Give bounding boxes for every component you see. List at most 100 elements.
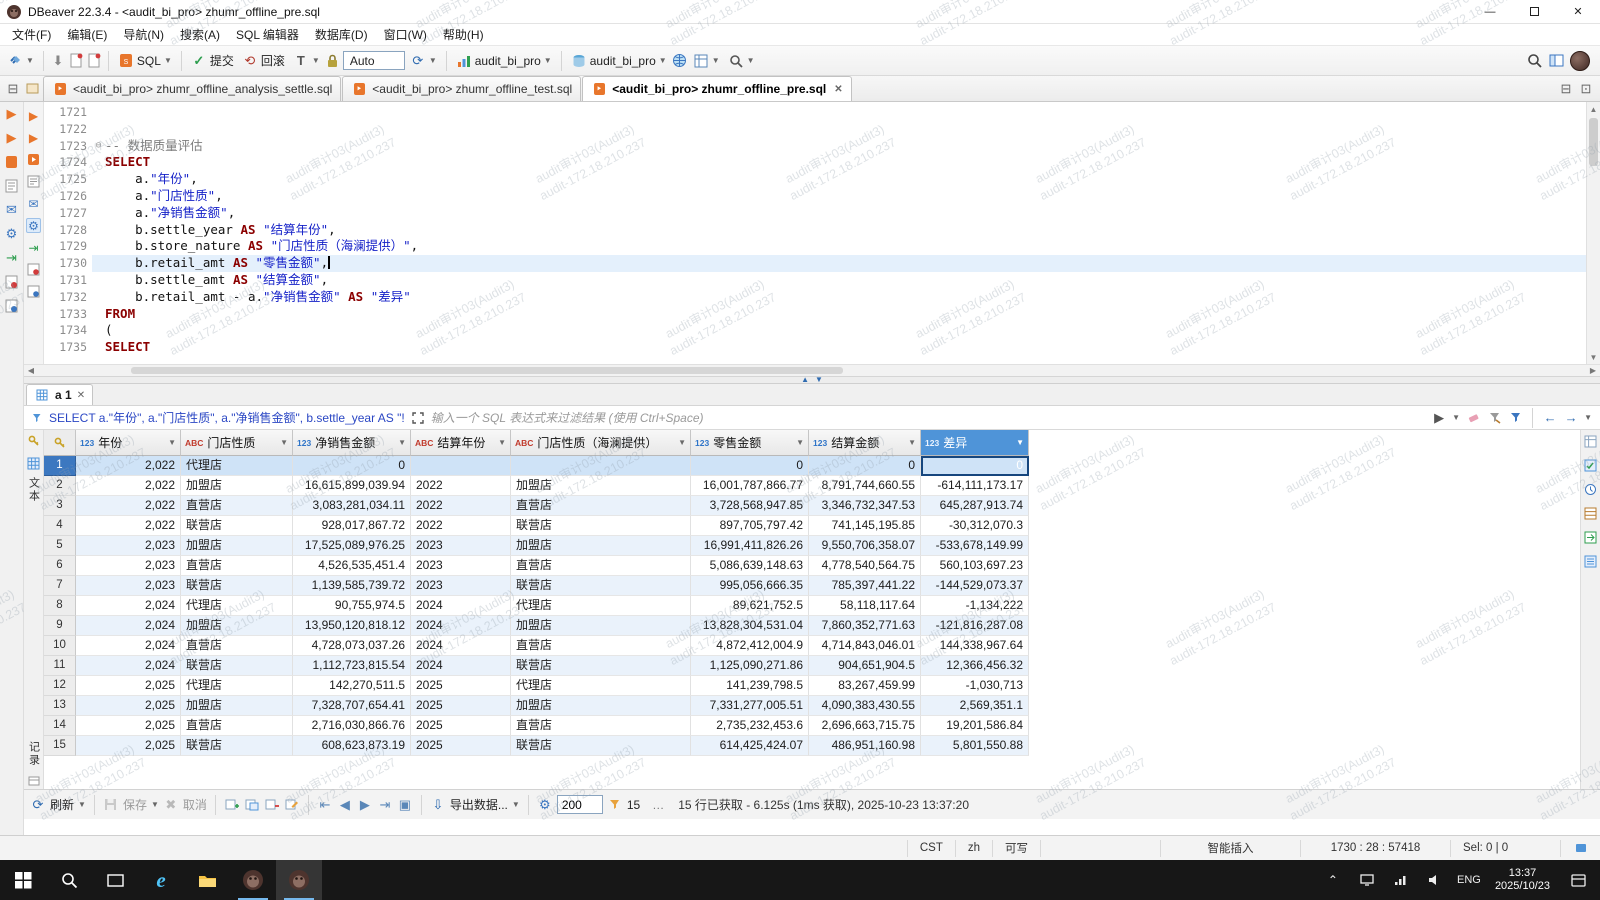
grid-cell[interactable]: 89,621,752.5 xyxy=(691,596,809,616)
start-button[interactable] xyxy=(0,860,46,900)
grid-corner-key-icon[interactable] xyxy=(44,430,76,456)
run-marker-icon[interactable]: ▶ xyxy=(4,106,20,122)
panel-metadata-icon[interactable] xyxy=(1583,481,1599,497)
grid-cell[interactable]: 2,022 xyxy=(76,496,181,516)
panel-references-icon[interactable] xyxy=(1583,529,1599,545)
grid-cell[interactable]: 486,951,160.98 xyxy=(809,736,921,756)
error-doc-icon[interactable] xyxy=(4,274,20,290)
grid-cell[interactable]: -533,678,149.99 xyxy=(921,536,1029,556)
grid-cell[interactable]: 7,331,277,005.51 xyxy=(691,696,809,716)
grid-cell[interactable]: 2023 xyxy=(411,576,511,596)
grid-cell[interactable]: -30,312,070.3 xyxy=(921,516,1029,536)
first-row-icon[interactable]: ⇤ xyxy=(317,797,333,813)
grid-cell[interactable]: 3,728,568,947.85 xyxy=(691,496,809,516)
commit-mode-select[interactable]: Auto xyxy=(343,51,405,70)
scroll-down-icon[interactable]: ▼ xyxy=(1587,350,1600,364)
grid-cell[interactable] xyxy=(511,456,691,476)
column-filter-icon[interactable]: ▼ xyxy=(678,438,686,447)
execute-statement-icon[interactable]: ▶ xyxy=(26,108,41,123)
grid-cell[interactable]: 2025 xyxy=(411,676,511,696)
grid-cell[interactable]: -121,816,287.08 xyxy=(921,616,1029,636)
quick-search-button[interactable]: ▼ xyxy=(725,51,758,71)
grid-cell[interactable]: 8,791,744,660.55 xyxy=(809,476,921,496)
history-back-icon[interactable]: ← xyxy=(1542,410,1558,426)
row-number[interactable]: 9 xyxy=(44,616,76,636)
lock-icon[interactable] xyxy=(325,53,341,69)
grid-cell[interactable]: 3,346,732,347.53 xyxy=(809,496,921,516)
text-view-tab[interactable]: 文本 xyxy=(26,477,42,503)
execute-new-tab-icon[interactable] xyxy=(26,152,41,167)
code-line[interactable]: 1732 b.retail_amt - a."净销售金额" AS "差异" xyxy=(44,289,1586,306)
explain-plan-icon[interactable] xyxy=(26,174,41,189)
grid-cell[interactable]: 直营店 xyxy=(181,716,293,736)
grid-cell[interactable]: 代理店 xyxy=(181,456,293,476)
tray-monitor-icon[interactable] xyxy=(1351,874,1383,886)
grid-cell[interactable]: 联营店 xyxy=(511,516,691,536)
expand-filter-icon[interactable] xyxy=(410,410,426,426)
grid-cell[interactable]: 2,696,663,715.75 xyxy=(809,716,921,736)
grid-cell[interactable]: 加盟店 xyxy=(181,536,293,556)
cancel-icon[interactable]: ✖ xyxy=(163,797,179,813)
focus-cell-icon[interactable]: ▣ xyxy=(397,797,413,813)
grid-cell[interactable]: 2,735,232,453.6 xyxy=(691,716,809,736)
grid-cell[interactable]: 2,025 xyxy=(76,696,181,716)
panel-grouping-icon[interactable] xyxy=(1583,505,1599,521)
rollback-button[interactable]: ⟲ 回滚 xyxy=(239,50,288,71)
fetch-size-input[interactable] xyxy=(557,795,603,814)
grid-cell[interactable]: 加盟店 xyxy=(181,476,293,496)
taskbar-search-icon[interactable] xyxy=(46,860,92,900)
grid-cell[interactable]: 16,991,411,826.26 xyxy=(691,536,809,556)
code-line[interactable]: 1735SELECT xyxy=(44,339,1586,356)
grid-cell[interactable]: -1,134,222 xyxy=(921,596,1029,616)
result-grid[interactable]: 123年份▼ABC门店性质▼123净销售金额▼ABC结算年份▼ABC门店性质（海… xyxy=(44,430,1580,789)
grid-cell[interactable]: 1,139,585,739.72 xyxy=(293,576,411,596)
grid-cell[interactable]: 897,705,797.42 xyxy=(691,516,809,536)
fold-marker-icon[interactable]: ⊖ xyxy=(92,138,105,155)
grid-cell[interactable]: 直营店 xyxy=(511,636,691,656)
transaction-log-button[interactable]: T ▼ xyxy=(290,51,323,71)
grid-cell[interactable]: 直营店 xyxy=(511,496,691,516)
grid-cell[interactable]: 2025 xyxy=(411,736,511,756)
insert-mode-indicator[interactable]: 智能插入 xyxy=(1160,840,1300,857)
code-line[interactable]: 1725 a."年份", xyxy=(44,171,1586,188)
panel-grid-icon[interactable] xyxy=(1583,433,1599,449)
output-log-icon[interactable] xyxy=(26,284,41,299)
grid-cell[interactable]: 2,569,351.1 xyxy=(921,696,1029,716)
column-filter-icon[interactable]: ▼ xyxy=(398,438,406,447)
column-header-4[interactable]: ABC门店性质（海澜提供）▼ xyxy=(511,430,691,456)
export-data-label[interactable]: 导出数据... xyxy=(450,796,508,813)
record-icon[interactable] xyxy=(26,773,42,789)
close-button[interactable]: ✕ xyxy=(1556,0,1600,24)
column-filter-icon[interactable]: ▼ xyxy=(1016,438,1024,447)
schema-selector[interactable]: audit_bi_pro ▼ xyxy=(568,51,670,71)
code-line[interactable]: 1731 b.settle_amt AS "结算金额", xyxy=(44,272,1586,289)
sql-editor-button[interactable]: S SQL ▼ xyxy=(115,51,175,71)
export-result-icon[interactable]: ⇥ xyxy=(26,240,41,255)
row-number[interactable]: 1 xyxy=(44,456,76,476)
menu-item-1[interactable]: 编辑(E) xyxy=(59,24,115,45)
record-mode-tab[interactable]: 记录 xyxy=(26,741,42,767)
delete-row-icon[interactable] xyxy=(264,797,280,813)
grid-cell[interactable]: 608,623,873.19 xyxy=(293,736,411,756)
settings-gear-icon[interactable]: ⚙ xyxy=(4,226,20,242)
grid-view-icon[interactable] xyxy=(26,455,42,471)
grid-cell[interactable]: 联营店 xyxy=(181,516,293,536)
scroll-up-icon[interactable]: ▲ xyxy=(1587,102,1600,116)
grid-cell[interactable]: 928,017,867.72 xyxy=(293,516,411,536)
grid-cell[interactable]: 2,024 xyxy=(76,656,181,676)
grid-cell[interactable]: 直营店 xyxy=(511,556,691,576)
outline-icon[interactable]: ▶ xyxy=(4,130,20,146)
grid-cell[interactable]: 7,328,707,654.41 xyxy=(293,696,411,716)
grid-cell[interactable]: 13,950,120,818.12 xyxy=(293,616,411,636)
code-line[interactable]: 1721 xyxy=(44,104,1586,121)
plan-doc-icon[interactable] xyxy=(4,178,20,194)
grid-cell[interactable]: 2,024 xyxy=(76,616,181,636)
row-filter-icon[interactable] xyxy=(607,797,623,813)
column-filter-icon[interactable]: ▼ xyxy=(796,438,804,447)
grid-cell[interactable]: 联营店 xyxy=(181,576,293,596)
row-number[interactable]: 3 xyxy=(44,496,76,516)
grid-cell[interactable]: 83,267,459.99 xyxy=(809,676,921,696)
layout-grid-button[interactable]: ▼ xyxy=(690,51,723,71)
grid-cell[interactable]: 0 xyxy=(809,456,921,476)
last-row-icon[interactable]: ⇥ xyxy=(377,797,393,813)
